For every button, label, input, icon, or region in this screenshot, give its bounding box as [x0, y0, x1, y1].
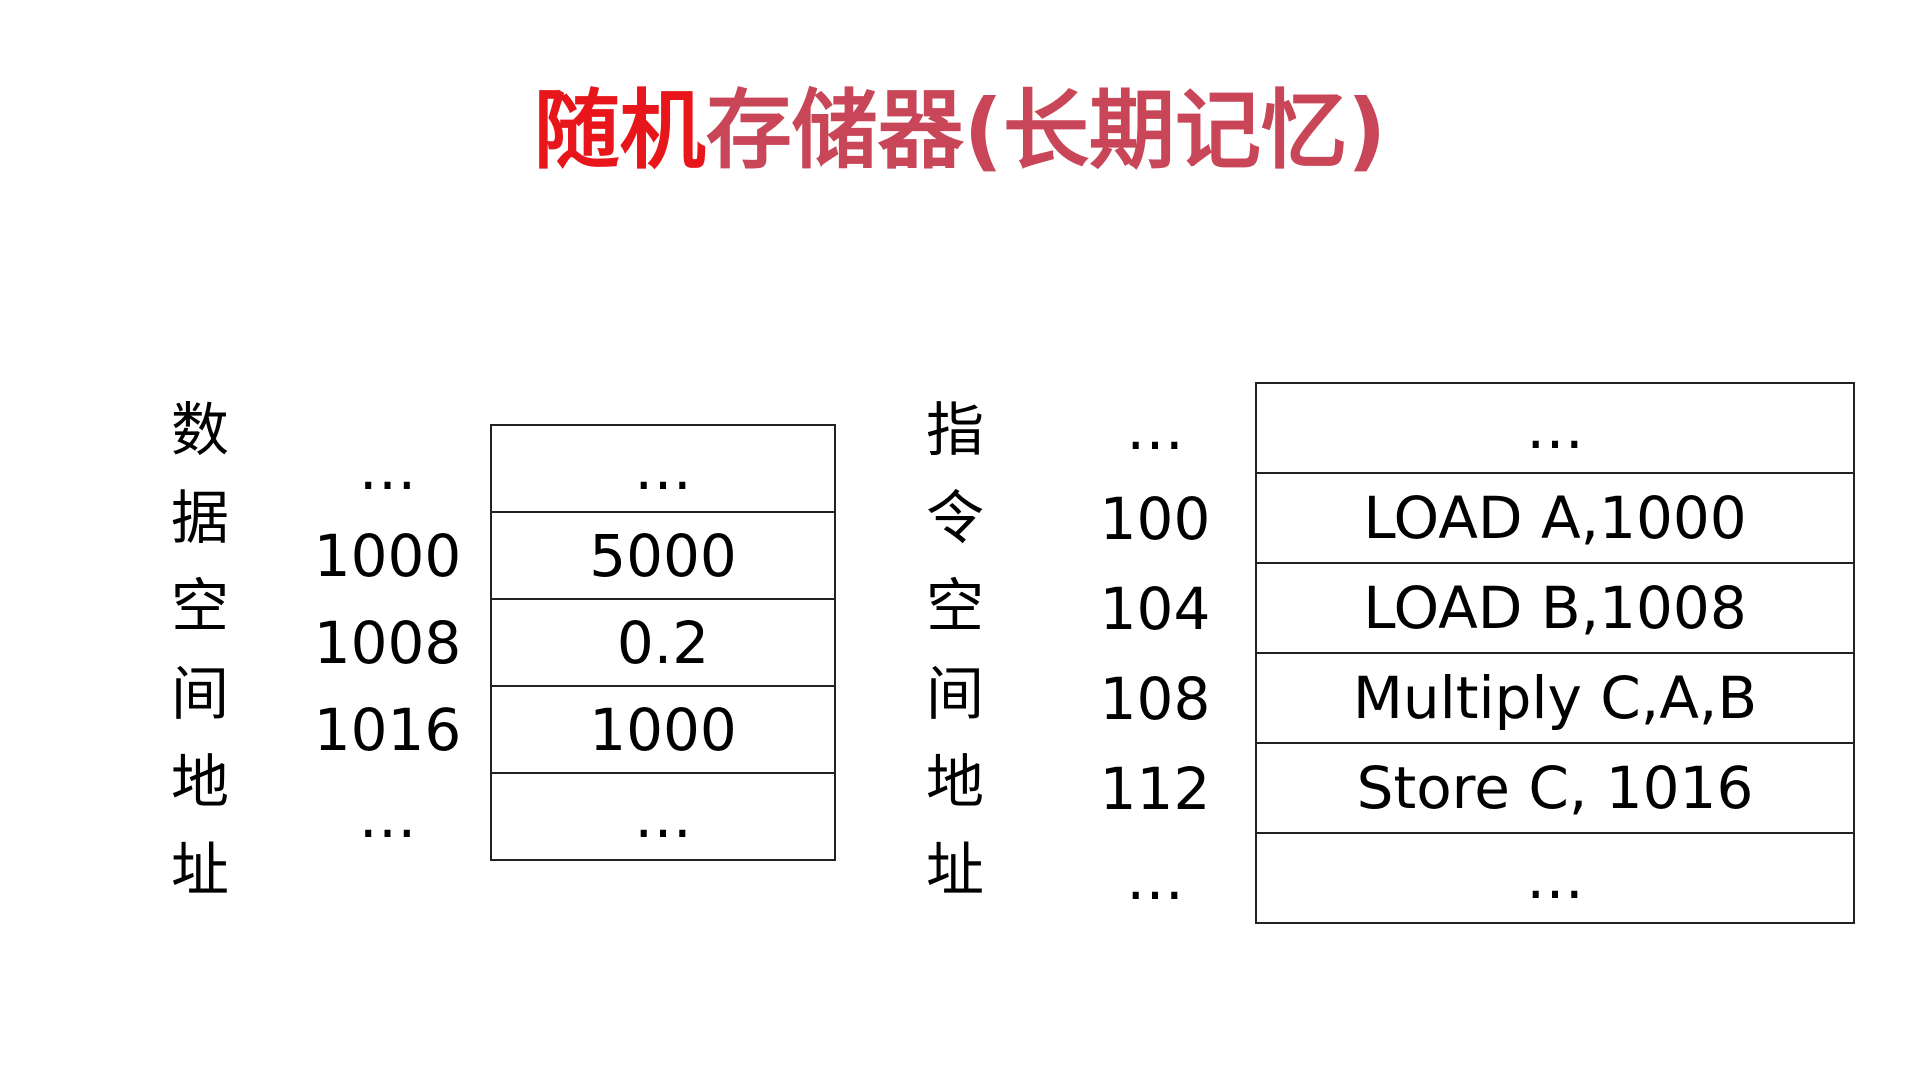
memory-cell: 5000 — [490, 511, 836, 600]
data-address: … — [358, 783, 417, 851]
memory-cell: 1000 — [490, 685, 836, 774]
instruction-space-label-char: 间 — [925, 660, 984, 728]
instruction-cell: … — [1255, 382, 1855, 474]
table-row: LOAD B,1008 — [1255, 562, 1855, 654]
instruction-space-label-char: 址 — [925, 836, 984, 904]
data-memory-table: … 5000 0.2 1000 … — [490, 424, 836, 861]
instruction-space-label-char: 指 — [925, 396, 984, 464]
title-rest: 存储器(长期记忆) — [705, 81, 1387, 181]
instruction-space-label: 指 令 空 间 地 址 — [915, 386, 995, 914]
memory-cell: … — [490, 772, 836, 861]
data-address: 1016 — [313, 696, 462, 764]
slide-title: 随机存储器(长期记忆) — [0, 88, 1920, 174]
data-space-label-char: 数 — [170, 396, 229, 464]
data-address: 1008 — [313, 609, 462, 677]
instruction-address: 112 — [1099, 755, 1211, 823]
data-space-label: 数 据 空 间 地 址 — [160, 386, 240, 914]
table-row: Store C, 1016 — [1255, 742, 1855, 834]
table-row: … — [490, 424, 836, 513]
instruction-space-label-char: 地 — [925, 748, 984, 816]
instruction-cell: LOAD B,1008 — [1255, 562, 1855, 654]
instruction-cell: Multiply C,A,B — [1255, 652, 1855, 744]
table-row: LOAD A,1000 — [1255, 472, 1855, 564]
instruction-address: 108 — [1099, 665, 1211, 733]
instruction-cell: … — [1255, 832, 1855, 924]
table-row: … — [1255, 832, 1855, 924]
instruction-address-column: … 100 104 108 112 … — [1075, 384, 1235, 924]
data-address-column: … 1000 1008 1016 … — [300, 426, 475, 861]
data-space-label-char: 间 — [170, 660, 229, 728]
instruction-memory-table: … LOAD A,1000 LOAD B,1008 Multiply C,A,B… — [1255, 382, 1855, 924]
table-row: 5000 — [490, 511, 836, 600]
instruction-space-label-char: 令 — [925, 484, 984, 552]
instruction-space-label-char: 空 — [925, 572, 984, 640]
memory-cell: … — [490, 424, 836, 513]
instruction-address: 100 — [1099, 485, 1211, 553]
table-row: … — [1255, 382, 1855, 474]
title-highlight: 随机 — [533, 81, 706, 181]
instruction-address: … — [1126, 845, 1184, 913]
instruction-cell: Store C, 1016 — [1255, 742, 1855, 834]
table-row: 1000 — [490, 685, 836, 774]
memory-cell: 0.2 — [490, 598, 836, 687]
data-space-label-char: 据 — [170, 484, 229, 552]
data-space-label-char: 址 — [170, 836, 229, 904]
data-address: … — [358, 435, 417, 503]
instruction-address: 104 — [1099, 575, 1211, 643]
instruction-cell: LOAD A,1000 — [1255, 472, 1855, 564]
table-row: 0.2 — [490, 598, 836, 687]
table-row: Multiply C,A,B — [1255, 652, 1855, 744]
data-address: 1000 — [313, 522, 462, 590]
instruction-address: … — [1126, 395, 1184, 463]
data-space-label-char: 地 — [170, 748, 229, 816]
data-space-label-char: 空 — [170, 572, 229, 640]
table-row: … — [490, 772, 836, 861]
